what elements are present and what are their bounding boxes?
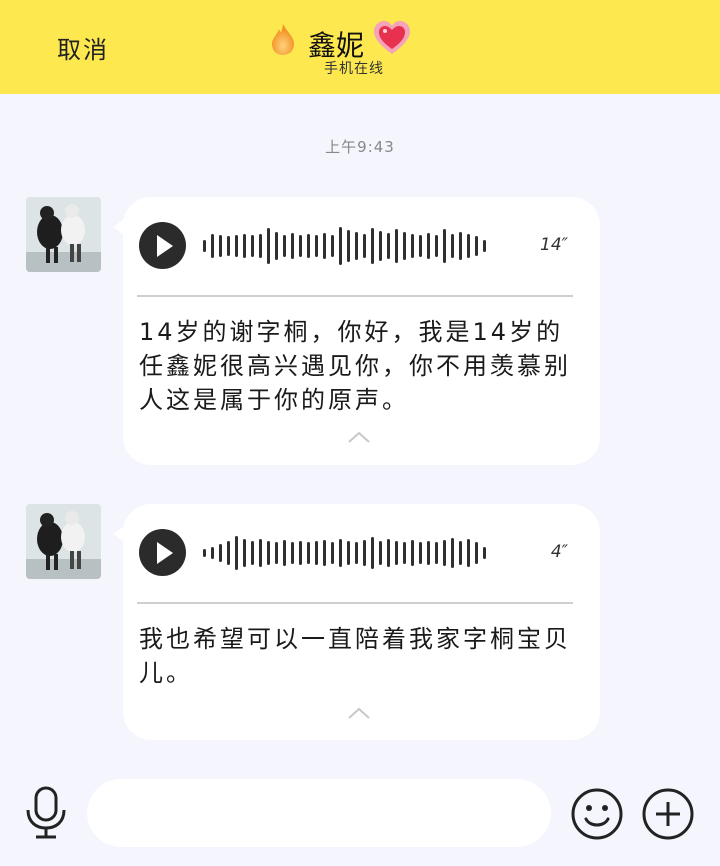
divider: [137, 602, 573, 604]
sparkling-heart-icon: [374, 21, 410, 54]
microphone-icon[interactable]: [24, 786, 68, 840]
cancel-button[interactable]: 取消: [57, 30, 109, 65]
audio-waveform: [203, 227, 486, 265]
voice-transcript: 我也希望可以一直陪着我家字桐宝贝儿。: [139, 625, 571, 687]
divider: [137, 295, 573, 297]
chat-title-area: 鑫妮 手机在线: [268, 18, 418, 82]
audio-waveform: [203, 536, 486, 570]
avatar[interactable]: [26, 504, 101, 579]
voice-duration: 4″: [550, 542, 568, 562]
chevron-up-icon[interactable]: [347, 430, 371, 444]
play-button[interactable]: [139, 529, 186, 576]
play-button[interactable]: [139, 222, 186, 269]
voice-transcript: 14岁的谢字桐，你好，我是14岁的任鑫妮很高兴遇见你，你不用羡慕别人这是属于你的…: [139, 318, 571, 414]
online-status: 手机在线: [324, 61, 384, 77]
top-bar: 取消 鑫妮 手机在线: [0, 0, 720, 94]
voice-duration: 14″: [540, 235, 568, 255]
flame-icon: [272, 24, 294, 55]
chevron-up-icon[interactable]: [347, 706, 371, 720]
voice-message-bubble[interactable]: 14″ 14岁的谢字桐，你好，我是14岁的任鑫妮很高兴遇见你，你不用羡慕别人这是…: [113, 197, 600, 465]
message-input[interactable]: [87, 779, 551, 847]
avatar[interactable]: [26, 197, 101, 272]
message-timestamp: 上午9:43: [325, 138, 395, 156]
plus-circle-icon[interactable]: [641, 787, 695, 841]
voice-message-bubble[interactable]: 4″ 我也希望可以一直陪着我家字桐宝贝儿。: [113, 504, 600, 740]
smiley-icon[interactable]: [570, 787, 624, 841]
